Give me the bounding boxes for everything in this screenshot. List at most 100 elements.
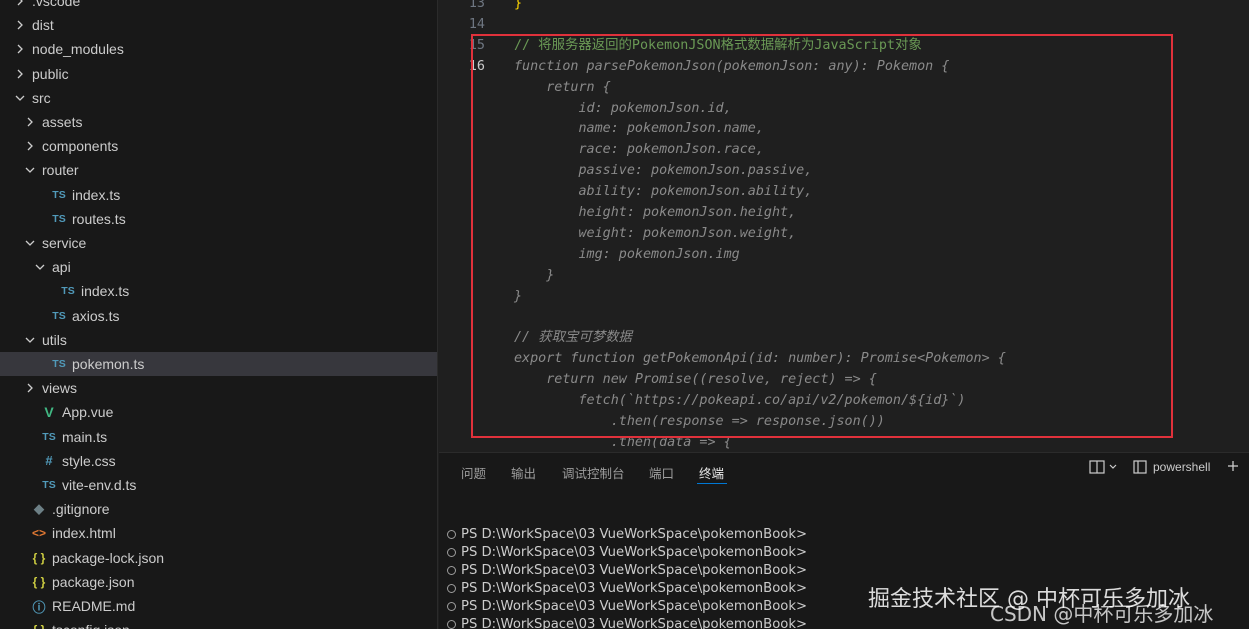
code-line[interactable]: id: pokemonJson.id,	[439, 98, 1249, 119]
line-number: 16	[468, 58, 485, 74]
tree-item-label: index.ts	[81, 283, 130, 300]
tree-item-label: node_modules	[32, 41, 124, 58]
code-line[interactable]: 16 function parsePokemonJson(pokemonJson:…	[439, 56, 1249, 77]
code-text: id: pokemonJson.id,	[514, 100, 732, 116]
tree-folder[interactable]: api	[0, 255, 437, 279]
terminal-prompt: PS D:\WorkSpace\03 VueWorkSpace\pokemonB…	[461, 544, 808, 560]
code-line[interactable]: name: pokemonJson.name,	[439, 118, 1249, 139]
chevron-down-icon	[1109, 464, 1117, 469]
code-text: function parsePokemonJson(pokemonJson: a…	[514, 58, 950, 74]
tree-file[interactable]: TS routes.ts	[0, 207, 437, 231]
add-terminal-button[interactable]	[1227, 460, 1239, 472]
tree-folder[interactable]: src	[0, 86, 437, 110]
tree-item-label: service	[42, 235, 87, 251]
chevron-right-icon	[12, 66, 28, 82]
tab-output[interactable]: 输出	[511, 463, 536, 482]
tree-file[interactable]: ⓘ README.md	[0, 594, 437, 618]
tree-file[interactable]: TS vite-env.d.ts	[0, 473, 437, 497]
tab-ports[interactable]: 端口	[649, 463, 674, 482]
tree-item-label: README.md	[52, 598, 136, 614]
code-text: fetch(`https://pokeapi.co/api/v2/pokemon…	[514, 393, 966, 409]
code-line[interactable]: passive: pokemonJson.passive,	[439, 160, 1249, 181]
chevron-down-icon	[22, 235, 38, 251]
tree-folder[interactable]: node_modules	[0, 37, 437, 61]
tree-file[interactable]: TS index.ts	[0, 279, 437, 303]
code-line[interactable]: // 获取宝可梦数据	[439, 327, 1249, 348]
tree-folder[interactable]: router	[0, 158, 437, 182]
tree-file[interactable]: <> index.html	[0, 521, 437, 545]
tree-folder[interactable]: .vscode	[0, 0, 437, 13]
tree-file[interactable]: ◆ .gitignore	[0, 497, 437, 521]
ts-file-icon: TS	[61, 285, 75, 298]
code-line[interactable]: height: pokemonJson.height,	[439, 202, 1249, 223]
command-decoration-icon[interactable]	[447, 601, 456, 611]
ts-file-icon: TS	[52, 188, 66, 201]
tree-file[interactable]: TS axios.ts	[0, 304, 437, 328]
vue-file-icon: V	[44, 404, 54, 421]
tree-item-label: assets	[42, 114, 83, 130]
code-line[interactable]: return new Promise((resolve, reject) => …	[439, 369, 1249, 390]
code-line[interactable]: race: pokemonJson.race,	[439, 139, 1249, 160]
command-decoration-icon[interactable]	[447, 547, 456, 557]
command-decoration-icon[interactable]	[447, 565, 456, 575]
terminal-instance-button[interactable]: powershell	[1133, 460, 1210, 474]
code-line[interactable]: .then(data => {	[439, 432, 1249, 452]
code-editor[interactable]: 13} 14 15 // 将服务器返回的PokemonJSON格式数据解析为JavaS…	[439, 0, 1249, 452]
command-decoration-icon[interactable]	[447, 583, 456, 593]
chevron-right-icon	[22, 138, 38, 154]
tree-file[interactable]: # style.css	[0, 449, 437, 473]
tree-file[interactable]: TS pokemon.ts	[0, 352, 437, 376]
tree-folder[interactable]: dist	[0, 13, 437, 37]
chevron-down-icon	[12, 90, 28, 106]
split-terminal-button[interactable]	[1089, 460, 1118, 474]
ts-file-icon: TS	[52, 358, 66, 370]
active-tab-indicator	[697, 483, 727, 484]
terminal-prompt: PS D:\WorkSpace\03 VueWorkSpace\pokemonB…	[461, 616, 808, 629]
tab-terminal[interactable]: 终端	[699, 463, 724, 482]
code-text: }	[514, 288, 523, 304]
command-decoration-icon[interactable]	[447, 529, 456, 539]
tab-debug-console[interactable]: 调试控制台	[562, 463, 625, 482]
tree-file[interactable]: { } tsconfig.json	[0, 618, 437, 629]
code-line[interactable]	[439, 307, 1249, 328]
tree-file[interactable]: { } package-lock.json	[0, 546, 437, 570]
code-line[interactable]: }	[439, 265, 1249, 286]
code-line[interactable]: export function getPokemonApi(id: number…	[439, 348, 1249, 369]
command-decoration-icon[interactable]	[447, 619, 456, 629]
chevron-down-icon	[22, 162, 38, 178]
json-file-icon: { }	[32, 550, 46, 565]
tree-folder[interactable]: views	[0, 376, 437, 400]
terminal-prompt: PS D:\WorkSpace\03 VueWorkSpace\pokemonB…	[461, 562, 808, 578]
terminal-pane-icon	[1133, 460, 1147, 474]
code-line[interactable]: }	[439, 286, 1249, 307]
split-icon	[1089, 460, 1105, 474]
tree-item-label: router	[42, 162, 79, 179]
code-line[interactable]: return {	[439, 77, 1249, 98]
tree-file[interactable]: V App.vue	[0, 400, 437, 424]
code-line[interactable]: 14	[439, 14, 1249, 35]
code-line[interactable]: ability: pokemonJson.ability,	[439, 181, 1249, 202]
tree-item-label: tsconfig.json	[52, 622, 130, 629]
terminal-line: PS D:\WorkSpace\03 VueWorkSpace\pokemonB…	[447, 561, 807, 579]
tree-file[interactable]: TS index.ts	[0, 183, 437, 207]
ts-file-icon: TS	[42, 479, 56, 491]
tree-item-label: src	[32, 89, 51, 106]
code-line[interactable]: 15 // 将服务器返回的PokemonJSON格式数据解析为JavaScript…	[439, 35, 1249, 56]
code-line[interactable]: img: pokemonJson.img	[439, 244, 1249, 265]
tree-folder[interactable]: components	[0, 134, 437, 158]
code-line[interactable]: .then(response => response.json())	[439, 411, 1249, 432]
tree-folder[interactable]: service	[0, 231, 437, 255]
tree-folder[interactable]: utils	[0, 328, 437, 352]
tree-folder[interactable]: assets	[0, 110, 437, 134]
tree-item-label: .gitignore	[52, 501, 110, 518]
tree-file[interactable]: TS main.ts	[0, 425, 437, 449]
tree-item-label: api	[52, 259, 71, 276]
tree-file[interactable]: { } package.json	[0, 570, 437, 594]
tree-item-label: index.ts	[72, 186, 121, 203]
code-line[interactable]: 13}	[439, 0, 1249, 14]
chevron-right-icon	[12, 17, 28, 33]
tab-problems[interactable]: 问题	[461, 463, 486, 482]
code-line[interactable]: fetch(`https://pokeapi.co/api/v2/pokemon…	[439, 390, 1249, 411]
code-line[interactable]: weight: pokemonJson.weight,	[439, 223, 1249, 244]
tree-folder[interactable]: public	[0, 62, 437, 86]
